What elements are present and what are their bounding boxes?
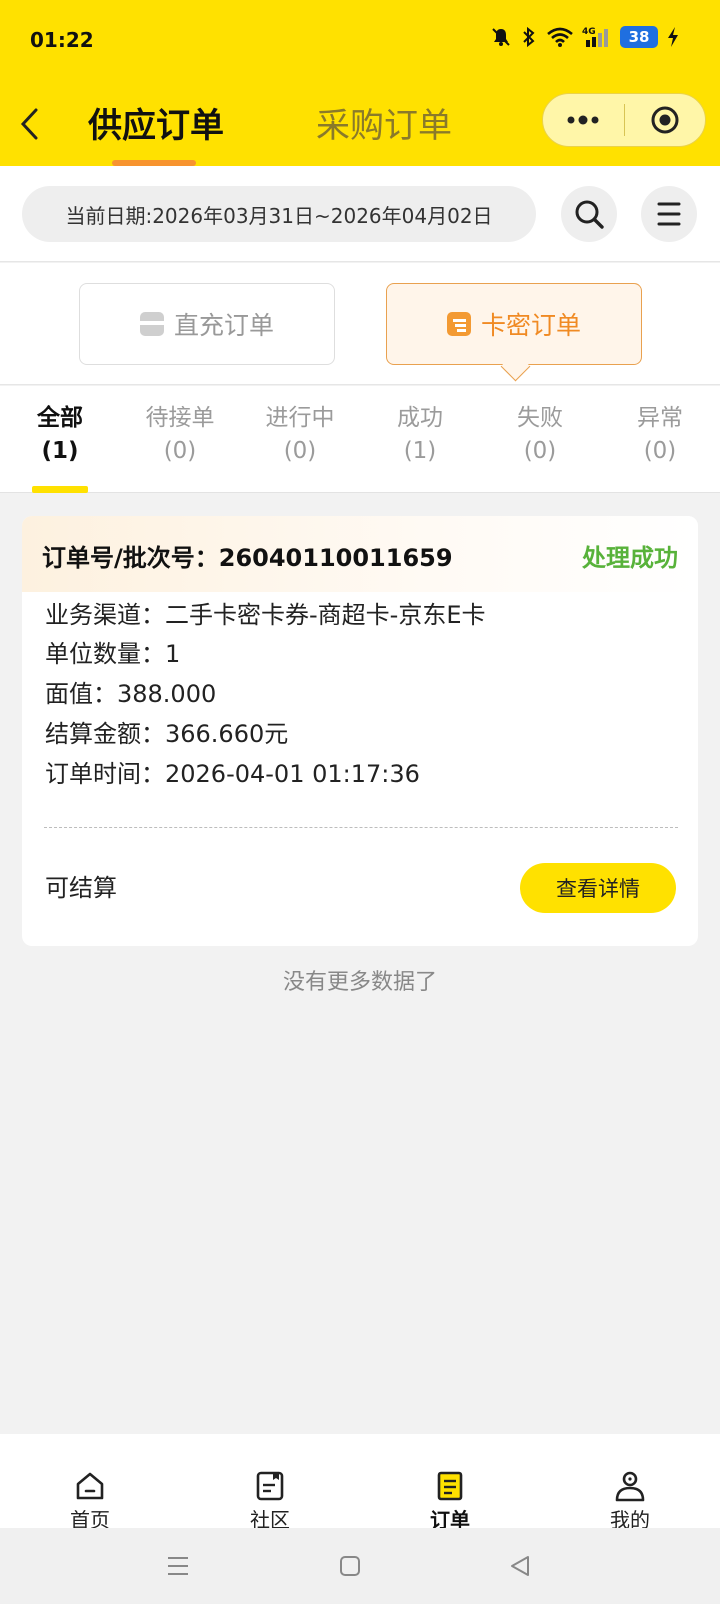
direct-recharge-orders-button[interactable]: 直充订单 bbox=[79, 283, 335, 365]
recents-button[interactable] bbox=[158, 1546, 198, 1586]
status-icons: 4G 38 bbox=[490, 26, 680, 48]
tab-count: (1) bbox=[41, 438, 79, 464]
date-filter-bar: 当前日期:2026年03月31日~2026年04月02日 bbox=[0, 166, 720, 262]
tab-label: 进行中 bbox=[265, 405, 335, 431]
community-icon bbox=[256, 1471, 284, 1501]
triangle-back-icon bbox=[511, 1556, 529, 1576]
tab-in-progress[interactable]: 进行中 (0) bbox=[240, 402, 360, 468]
no-more-data-text: 没有更多数据了 bbox=[282, 970, 437, 995]
search-icon bbox=[575, 200, 604, 229]
search-button[interactable] bbox=[561, 186, 617, 242]
view-details-button[interactable]: 查看详情 bbox=[520, 863, 676, 913]
tab-count: (1) bbox=[403, 438, 437, 464]
order-number: 订单号/批次号：26040110011659 bbox=[42, 544, 453, 572]
tab-count: (0) bbox=[643, 438, 677, 464]
order-time: 订单时间：2026-04-01 01:17:36 bbox=[45, 760, 420, 788]
more-button[interactable] bbox=[543, 94, 624, 146]
order-icon bbox=[437, 1471, 463, 1501]
order-status: 处理成功 bbox=[582, 544, 678, 572]
status-tabs: 全部 (1) 待接单 (0) 进行中 (0) 成功 (1) 失败 (0) 异常 … bbox=[0, 386, 720, 493]
target-circle-icon bbox=[651, 106, 679, 134]
bluetooth-icon bbox=[520, 26, 538, 48]
tab-label: 成功 bbox=[397, 405, 443, 431]
charging-icon bbox=[666, 26, 680, 48]
direct-recharge-orders-label: 直充订单 bbox=[173, 311, 274, 340]
tab-count: (0) bbox=[163, 438, 197, 464]
nav-home[interactable]: 首页 bbox=[30, 1470, 150, 1533]
tab-label: 异常 bbox=[637, 405, 683, 431]
order-card: 订单号/批次号：26040110011659 处理成功 业务渠道：二手卡密卡券-… bbox=[22, 516, 698, 946]
battery-icon: 38 bbox=[620, 26, 658, 48]
back-button[interactable] bbox=[10, 100, 50, 148]
face-value: 面值：388.000 bbox=[45, 680, 217, 708]
order-card-header: 订单号/批次号：26040110011659 处理成功 bbox=[22, 516, 698, 592]
more-dots-icon bbox=[567, 115, 599, 125]
card-code-icon bbox=[446, 312, 471, 336]
tab-pending[interactable]: 待接单 (0) bbox=[120, 402, 240, 468]
tab-count: (0) bbox=[283, 438, 317, 464]
close-miniprogram-button[interactable] bbox=[625, 94, 706, 146]
date-range-selector[interactable]: 当前日期:2026年03月31日~2026年04月02日 bbox=[22, 186, 536, 242]
back-system-button[interactable] bbox=[500, 1546, 540, 1586]
tab-label: 待接单 bbox=[145, 405, 215, 431]
business-channel: 业务渠道：二手卡密卡券-商超卡-京东E卡 bbox=[45, 601, 486, 629]
card-code-orders-label: 卡密订单 bbox=[480, 311, 581, 340]
tab-count: (0) bbox=[523, 438, 557, 464]
network-type-text: 4G bbox=[582, 27, 596, 37]
tab-purchase-orders[interactable]: 采购订单 bbox=[316, 98, 452, 147]
menu-icon bbox=[657, 202, 681, 226]
nav-profile[interactable]: 我的 bbox=[570, 1470, 690, 1533]
tab-supply-orders[interactable]: 供应订单 bbox=[88, 98, 224, 147]
profile-icon bbox=[615, 1471, 645, 1502]
card-code-orders-button[interactable]: 卡密订单 bbox=[386, 283, 642, 365]
settlement-amount: 结算金额：366.660元 bbox=[45, 720, 289, 748]
tab-label: 全部 bbox=[37, 405, 83, 431]
system-nav-bar bbox=[0, 1528, 720, 1604]
active-status-indicator bbox=[32, 486, 88, 493]
tab-success[interactable]: 成功 (1) bbox=[360, 402, 480, 468]
miniprogram-capsule bbox=[542, 93, 706, 147]
unit-quantity: 单位数量：1 bbox=[45, 640, 181, 668]
settlement-status: 可结算 bbox=[45, 874, 117, 902]
card-divider bbox=[44, 827, 678, 828]
bottom-nav: 首页 社区 订单 我的 bbox=[0, 1434, 720, 1532]
tab-failed[interactable]: 失败 (0) bbox=[480, 402, 600, 468]
chevron-left-icon bbox=[20, 108, 38, 140]
wifi-icon bbox=[546, 26, 574, 48]
home-icon bbox=[76, 1472, 104, 1500]
square-home-icon bbox=[340, 1556, 360, 1576]
recents-icon bbox=[168, 1557, 188, 1575]
home-system-button[interactable] bbox=[330, 1546, 370, 1586]
tab-all[interactable]: 全部 (1) bbox=[0, 402, 120, 468]
signal-icon: 4G bbox=[582, 26, 612, 48]
mute-icon bbox=[490, 26, 512, 48]
status-time: 01:22 bbox=[30, 28, 94, 52]
status-bar: 01:22 4G 38 bbox=[0, 0, 720, 80]
card-icon bbox=[139, 312, 164, 336]
nav-orders[interactable]: 订单 bbox=[390, 1470, 510, 1533]
tab-abnormal[interactable]: 异常 (0) bbox=[600, 402, 720, 468]
filter-menu-button[interactable] bbox=[641, 186, 697, 242]
nav-community[interactable]: 社区 bbox=[210, 1470, 330, 1533]
tab-label: 失败 bbox=[517, 405, 563, 431]
order-type-bar: 直充订单 卡密订单 bbox=[0, 263, 720, 385]
header: 01:22 4G 38 供应订单 采购订单 bbox=[0, 0, 720, 166]
